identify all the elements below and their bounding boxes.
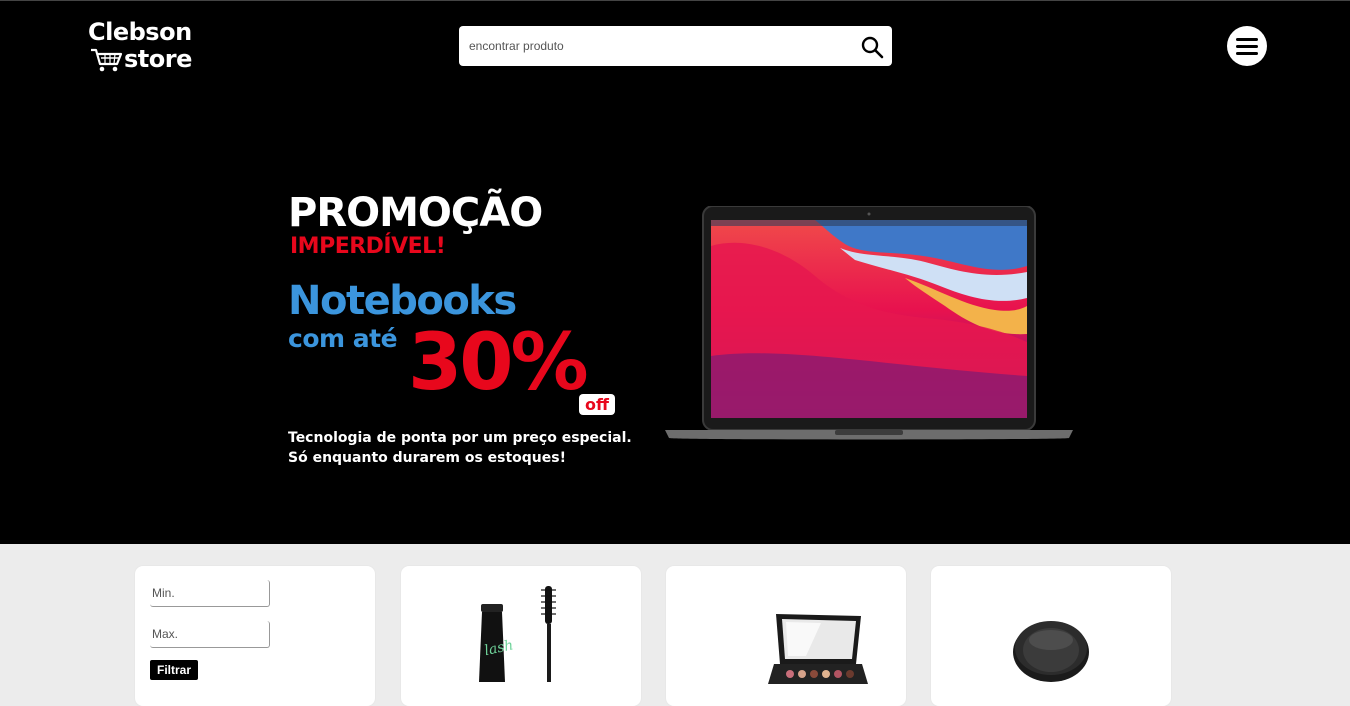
search-input[interactable] <box>459 26 849 66</box>
price-filter-card: Filtrar <box>135 566 375 706</box>
menu-bar <box>1236 52 1258 55</box>
product-card[interactable] <box>666 566 906 706</box>
promo-banner[interactable]: PROMOÇÃO IMPERDÍVEL! Notebooks com até 3… <box>0 90 1350 544</box>
eyeshadow-palette-image <box>768 614 868 684</box>
search-icon[interactable] <box>860 35 884 59</box>
promo-line2: Só enquanto durarem os estoques! <box>288 450 566 466</box>
product-card[interactable]: lash <box>401 566 641 706</box>
promo-subtitle: IMPERDÍVEL! <box>290 234 446 259</box>
menu-bar <box>1236 45 1258 48</box>
search-bar <box>459 26 892 66</box>
compact-powder-image <box>1013 621 1089 682</box>
max-price-input[interactable] <box>150 621 270 648</box>
product-section: Filtrar lash <box>0 544 1350 706</box>
promo-discount: 30% <box>408 318 589 408</box>
store-logo[interactable]: Clebson store <box>88 19 198 75</box>
filter-button[interactable]: Filtrar <box>150 660 199 680</box>
min-price-input[interactable] <box>150 580 270 607</box>
promo-off-badge: off <box>579 394 615 415</box>
logo-text-line1: Clebson <box>88 18 192 46</box>
product-card[interactable] <box>931 566 1171 706</box>
hamburger-menu-icon[interactable] <box>1227 26 1267 66</box>
mascara-image: lash <box>479 586 556 682</box>
promo-prefix: com até <box>288 324 398 353</box>
promo-title: PROMOÇÃO <box>288 190 543 236</box>
promo-description: Tecnologia de ponta por um preço especia… <box>288 428 632 468</box>
promo-line1: Tecnologia de ponta por um preço especia… <box>288 430 632 446</box>
laptop-image <box>665 206 1073 440</box>
menu-bar <box>1236 38 1258 41</box>
header: Clebson store <box>0 0 1350 90</box>
logo-text-line2: store <box>124 45 192 73</box>
cart-icon <box>91 48 123 72</box>
